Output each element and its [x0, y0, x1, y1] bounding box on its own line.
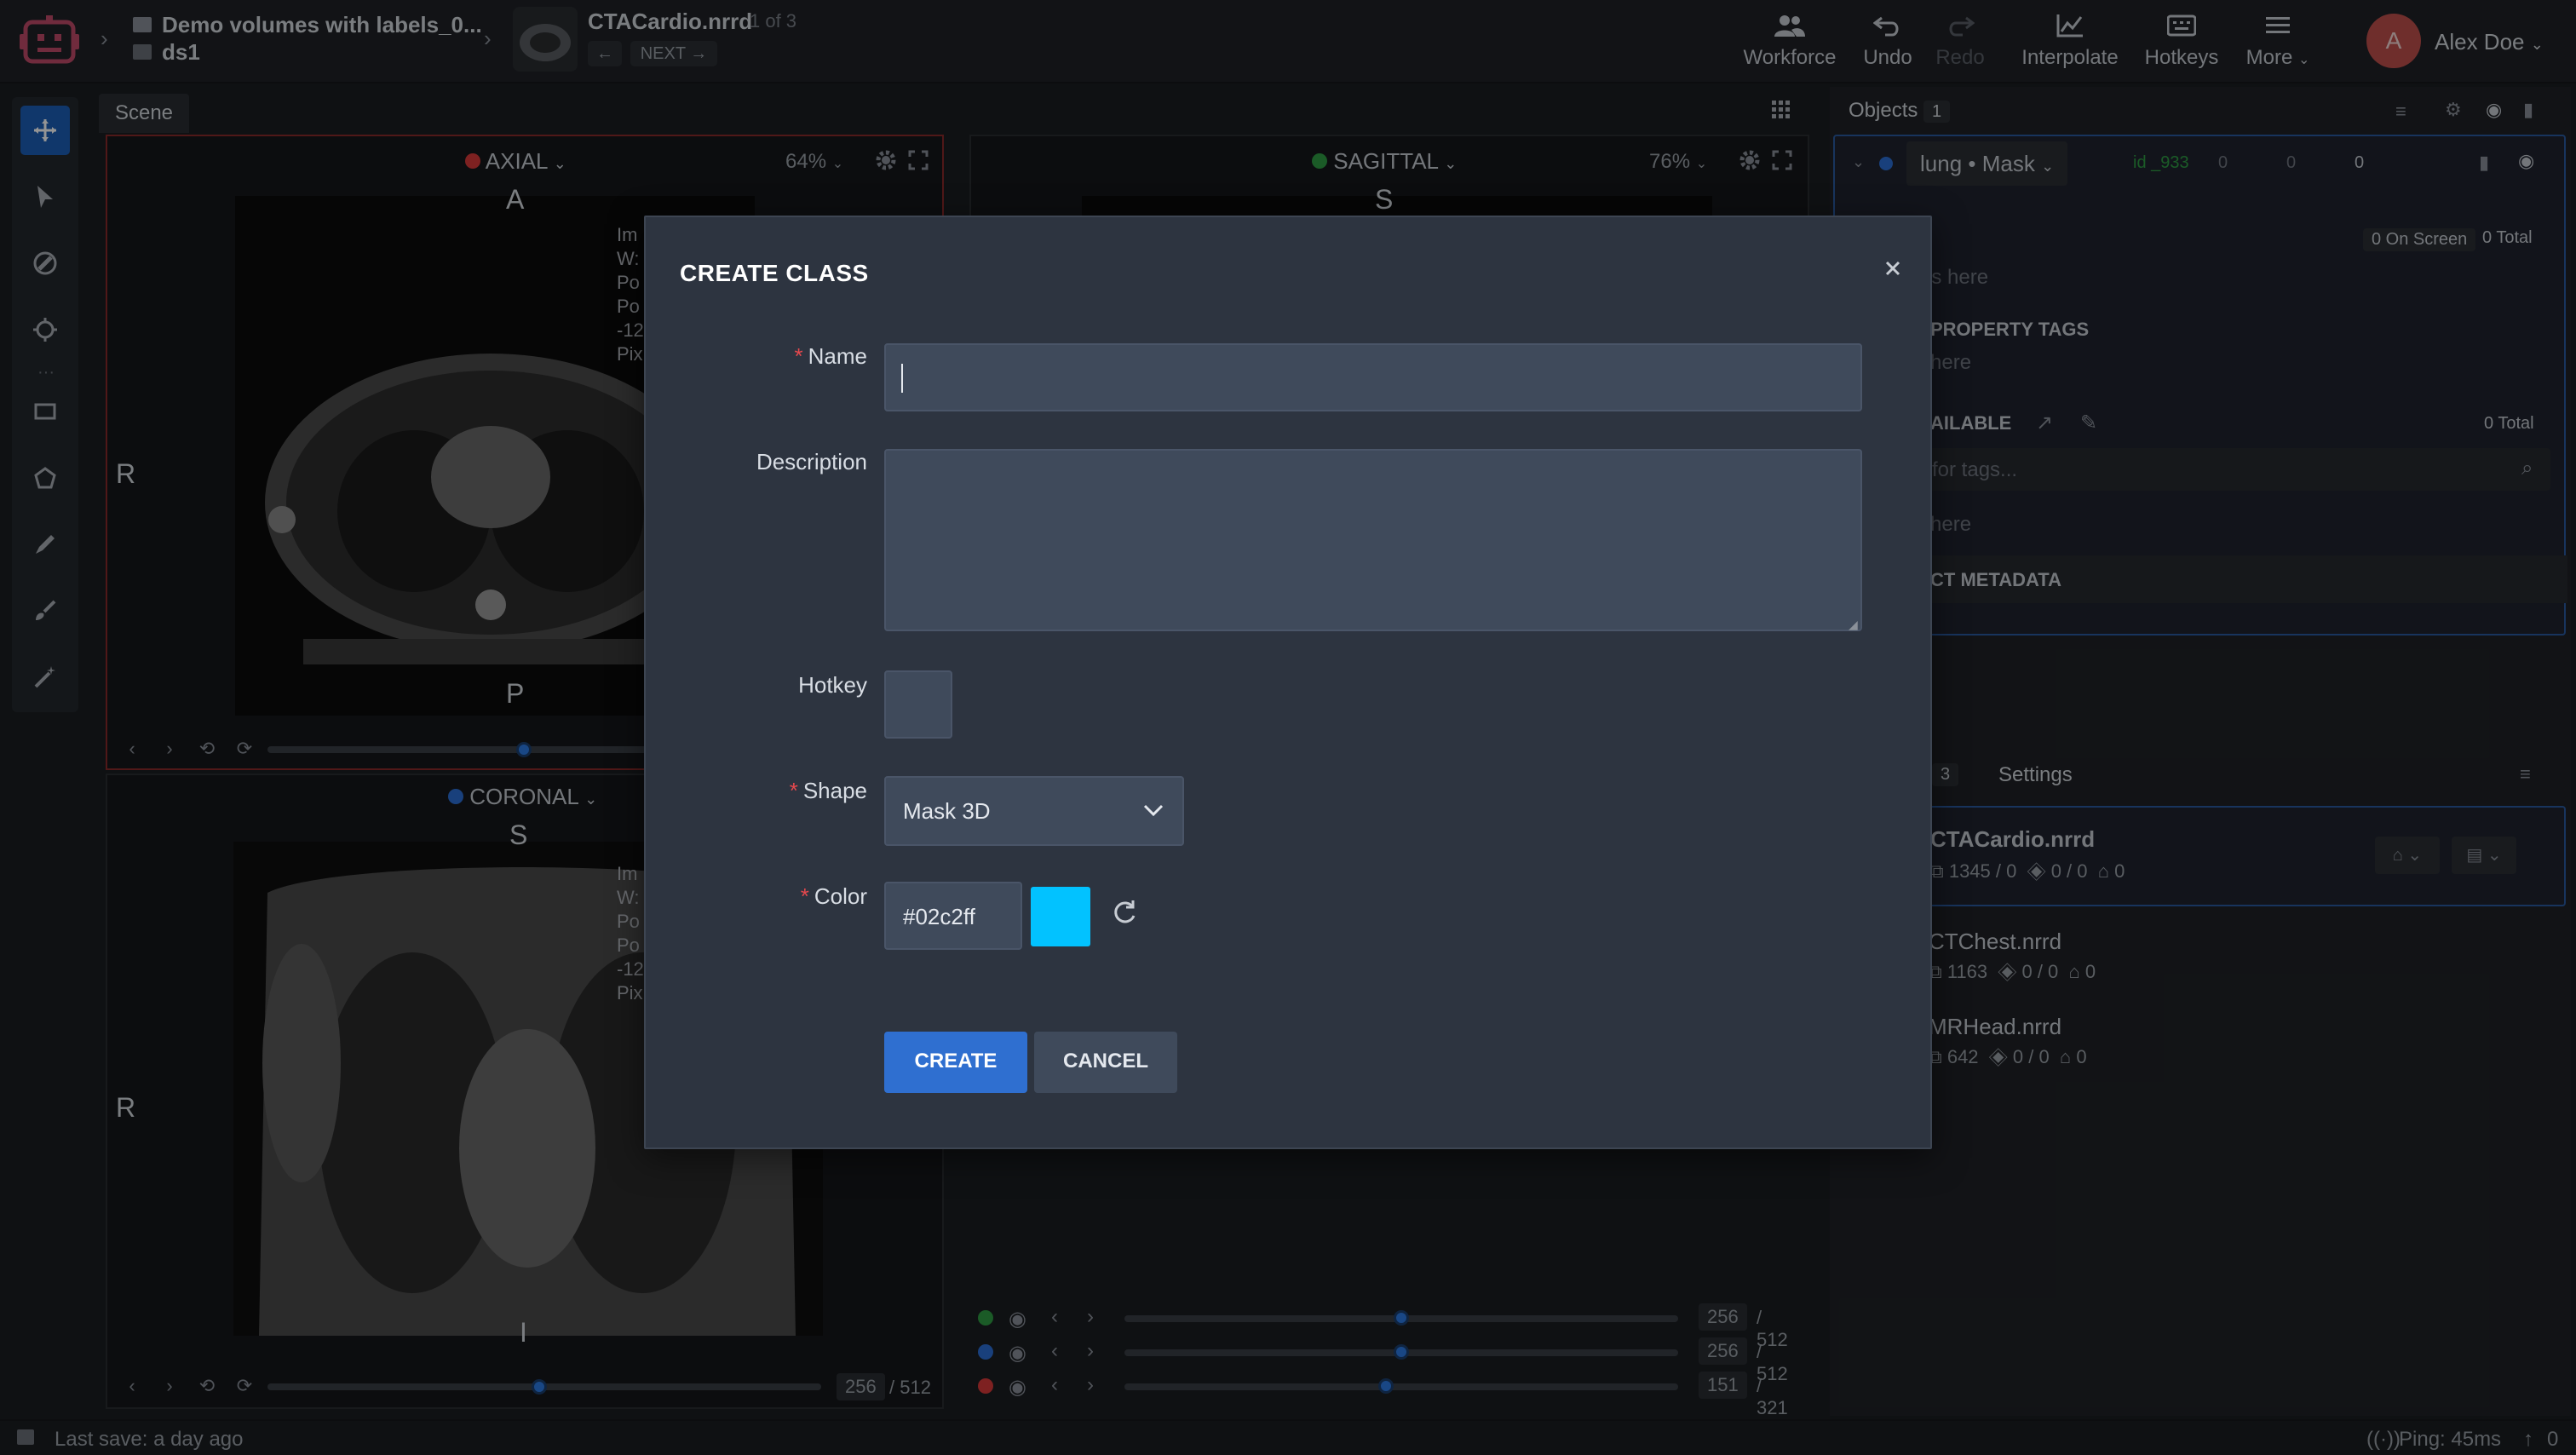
close-icon[interactable]	[1877, 253, 1908, 284]
shape-select[interactable]: Mask 3D	[884, 776, 1184, 846]
color-hex-value: #02c2ff	[903, 904, 975, 929]
color-hex-input[interactable]: #02c2ff	[884, 882, 1022, 950]
hotkey-input[interactable]	[884, 670, 952, 739]
name-input[interactable]	[884, 343, 1862, 411]
hotkey-label: Hotkey	[798, 672, 867, 698]
shape-select-value: Mask 3D	[903, 798, 991, 824]
cancel-button[interactable]: CANCEL	[1034, 1032, 1177, 1093]
refresh-color-icon[interactable]	[1109, 897, 1140, 934]
text-cursor	[901, 364, 903, 393]
shape-label: * Shape	[789, 778, 867, 803]
create-class-dialog: CREATE CLASS * Name Description ◢ Hotkey …	[644, 216, 1932, 1149]
create-button[interactable]: CREATE	[884, 1032, 1027, 1093]
name-label: * Name	[794, 343, 867, 369]
resize-handle-icon[interactable]: ◢	[1849, 618, 1858, 632]
color-label: * Color	[800, 883, 867, 909]
description-label: Description	[756, 449, 867, 474]
dialog-title: CREATE CLASS	[680, 260, 869, 286]
chevron-down-icon	[1141, 800, 1165, 826]
color-swatch[interactable]	[1031, 887, 1090, 946]
required-marker: *	[794, 343, 803, 369]
description-textarea[interactable]	[884, 449, 1862, 631]
